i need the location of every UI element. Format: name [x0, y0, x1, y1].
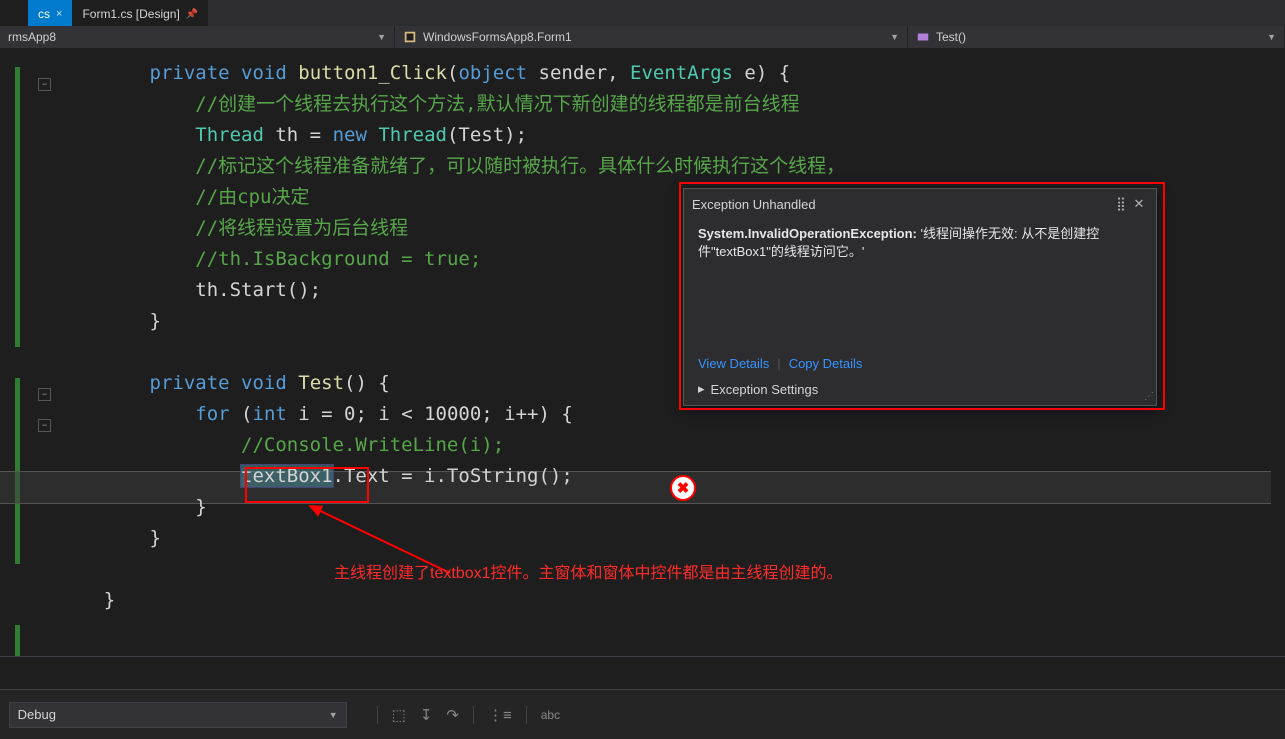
- tab-active-file[interactable]: cs ×: [28, 0, 72, 26]
- fold-minus-icon[interactable]: −: [38, 419, 51, 432]
- chevron-right-icon: ▸: [698, 381, 705, 397]
- exception-settings-toggle[interactable]: ▸ Exception Settings: [684, 375, 1156, 405]
- chevron-down-icon: ▼: [1267, 32, 1276, 42]
- toolbar-icons: ⬚ ↧ ↷ ⋮≡ abc: [357, 706, 560, 724]
- annotation-text: 主线程创建了textbox1控件。主窗体和窗体中控件都是由主线程创建的。: [334, 559, 843, 583]
- context-bar: rmsApp8 ▼ WindowsFormsApp8.Form1 ▼ Test(…: [0, 26, 1285, 48]
- text-icon[interactable]: abc: [541, 708, 560, 722]
- tab-spacer: [0, 0, 28, 26]
- context-member-label: Test(): [936, 30, 966, 44]
- tab-label: cs: [38, 7, 50, 21]
- exception-message: System.InvalidOperationException: '线程间操作…: [684, 219, 1156, 352]
- tab-designer[interactable]: Form1.cs [Design] 📌: [72, 0, 208, 26]
- separator: [473, 706, 474, 724]
- bottom-panel: from: Debug ▼ ⬚ ↧ ↷ ⋮≡ abc: [0, 656, 1285, 739]
- tab-bar: cs × Form1.cs [Design] 📌: [0, 0, 1285, 26]
- exception-settings-label: Exception Settings: [711, 382, 819, 397]
- code-editor[interactable]: − − − private void button1_Click(object …: [0, 48, 1285, 656]
- frame-icon[interactable]: ⬚: [392, 706, 406, 724]
- chevron-down-icon: ▼: [890, 32, 899, 42]
- method-icon: [916, 30, 930, 44]
- pin-icon[interactable]: 📌: [186, 9, 198, 20]
- context-project-dropdown[interactable]: rmsApp8 ▼: [0, 26, 395, 48]
- error-list-toolbar: from: Debug ▼ ⬚ ↧ ↷ ⋮≡ abc: [0, 690, 1285, 739]
- separator: [377, 706, 378, 724]
- configuration-value: Debug: [18, 707, 56, 722]
- separator: |: [777, 356, 780, 371]
- resize-grip-icon[interactable]: ⋰: [1144, 391, 1152, 402]
- context-member-dropdown[interactable]: Test() ▼: [908, 26, 1285, 48]
- chevron-down-icon: ▼: [329, 710, 338, 720]
- close-icon[interactable]: ×: [56, 8, 62, 20]
- fold-minus-icon[interactable]: −: [38, 388, 51, 401]
- context-project-label: rmsApp8: [8, 30, 56, 44]
- pin-icon[interactable]: ⣿: [1112, 196, 1130, 212]
- exception-popup: Exception Unhandled ⣿ ✕ System.InvalidOp…: [683, 188, 1157, 406]
- context-class-dropdown[interactable]: WindowsFormsApp8.Form1 ▼: [395, 26, 908, 48]
- thread-icon[interactable]: ⋮≡: [488, 706, 512, 724]
- step-over-icon[interactable]: ↷: [446, 706, 459, 724]
- step-into-icon[interactable]: ↧: [420, 706, 433, 724]
- context-class-label: WindowsFormsApp8.Form1: [423, 30, 572, 44]
- output-panel[interactable]: [0, 657, 1285, 690]
- configuration-dropdown[interactable]: Debug ▼: [9, 702, 347, 728]
- tab-label: Form1.cs [Design]: [82, 7, 179, 21]
- gutter-folding[interactable]: − − −: [20, 48, 58, 656]
- close-icon[interactable]: ✕: [1130, 196, 1148, 212]
- view-details-link[interactable]: View Details: [698, 356, 769, 371]
- chevron-down-icon: ▼: [377, 32, 386, 42]
- gutter-breakpoints[interactable]: [0, 48, 20, 656]
- exception-popup-titlebar[interactable]: Exception Unhandled ⣿ ✕: [684, 189, 1156, 219]
- class-icon: [403, 30, 417, 44]
- editor-scrollbar[interactable]: [1271, 48, 1285, 656]
- error-icon[interactable]: ✖: [670, 475, 696, 501]
- copy-details-link[interactable]: Copy Details: [789, 356, 863, 371]
- exception-title: Exception Unhandled: [692, 197, 816, 212]
- separator: [526, 706, 527, 724]
- fold-minus-icon[interactable]: −: [38, 78, 51, 91]
